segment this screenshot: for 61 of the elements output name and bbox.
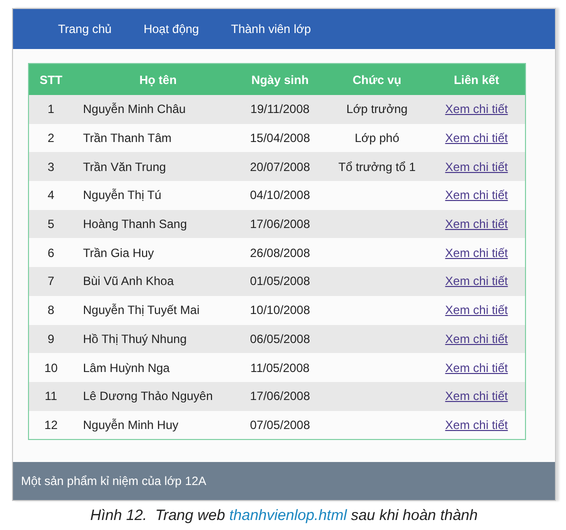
table-cell: 2	[28, 124, 73, 152]
nav-link[interactable]: Thành viên lớp	[230, 22, 311, 36]
detail-link[interactable]: Xem chi tiết	[445, 160, 508, 174]
table-cell: 11/05/2008	[234, 353, 326, 382]
nav-link[interactable]: Trang chủ	[58, 22, 112, 36]
table-cell: Lớp phó	[354, 131, 400, 146]
detail-link[interactable]: Xem chi tiết	[445, 360, 508, 375]
detail-link[interactable]: Xem chi tiết	[445, 332, 508, 346]
table-cell: Lê Dương Thảo Nguyên	[73, 382, 234, 411]
table-cell: 5	[28, 210, 73, 238]
table-cell: Hoàng Thanh Sang	[73, 210, 234, 238]
table-cell: Tổ trưởng tổ 1	[338, 160, 416, 174]
column-header: Ngày sinh	[234, 64, 326, 95]
detail-link[interactable]: Xem chi tiết	[445, 274, 508, 288]
column-header: STT	[28, 64, 73, 95]
table-cell: 10/10/2008	[234, 296, 326, 324]
table-cell: 8	[28, 296, 73, 324]
table-cell: 11	[28, 382, 73, 411]
table-cell: 07/05/2008	[234, 410, 326, 440]
table-cell: Nguyễn Minh Châu	[73, 95, 234, 124]
table-cell: 1	[28, 95, 73, 124]
table-cell: Hồ Thị Thuý Nhung	[73, 324, 234, 354]
column-header: Chức vụ	[326, 64, 428, 95]
nav-link[interactable]: Hoạt động	[144, 22, 199, 36]
table-cell: Lâm Huỳnh Nga	[73, 353, 234, 382]
table-cell: 17/06/2008	[234, 210, 326, 238]
table-cell: Nguyễn Minh Huy	[73, 410, 234, 440]
detail-link[interactable]: Xem chi tiết	[445, 303, 508, 318]
table-cell: 26/08/2008	[234, 238, 326, 268]
table-cell: 12	[28, 410, 73, 440]
footer-text: Một sản phẩm kỉ niệm của lớp 12A	[21, 474, 206, 488]
detail-link[interactable]: Xem chi tiết	[445, 389, 508, 404]
table-cell: Nguyễn Thị Tú	[73, 181, 234, 210]
table-cell: 20/07/2008	[234, 152, 326, 182]
table-cell: Trần Gia Huy	[73, 238, 234, 268]
detail-link[interactable]: Xem chi tiết	[445, 217, 508, 232]
table-cell: 6	[28, 238, 73, 268]
column-header: Họ tên	[73, 64, 234, 95]
table-cell: 01/05/2008	[234, 267, 326, 296]
table-cell: 4	[28, 181, 73, 210]
table-cell: 7	[28, 267, 73, 296]
table-cell: 06/05/2008	[234, 324, 326, 354]
table-cell: Lớp trưởng	[346, 102, 408, 116]
detail-link[interactable]: Xem chi tiết	[445, 418, 508, 432]
table-cell: 17/06/2008	[234, 382, 326, 411]
table-cell: Trần Văn Trung	[73, 152, 234, 182]
table-cell: 9	[28, 324, 73, 354]
table-cell: 04/10/2008	[234, 181, 326, 210]
column-header: Liên kết	[428, 64, 526, 95]
table-cell: 15/04/2008	[234, 124, 326, 152]
table-cell: Bùi Vũ Anh Khoa	[73, 267, 234, 296]
table-cell: Trần Thanh Tâm	[73, 124, 234, 152]
table-cell: Nguyễn Thị Tuyết Mai	[73, 296, 234, 324]
detail-link[interactable]: Xem chi tiết	[445, 102, 508, 116]
detail-link[interactable]: Xem chi tiết	[445, 188, 508, 202]
table-cell: 19/11/2008	[234, 95, 326, 124]
figure-caption: Hình 12. Trang web thanhvienlop.html sau khi hoàn thành	[89, 507, 479, 524]
table-cell: 3	[28, 152, 73, 182]
detail-link[interactable]: Xem chi tiết	[445, 131, 508, 146]
detail-link[interactable]: Xem chi tiết	[445, 246, 508, 260]
table-cell: 10	[28, 353, 73, 382]
